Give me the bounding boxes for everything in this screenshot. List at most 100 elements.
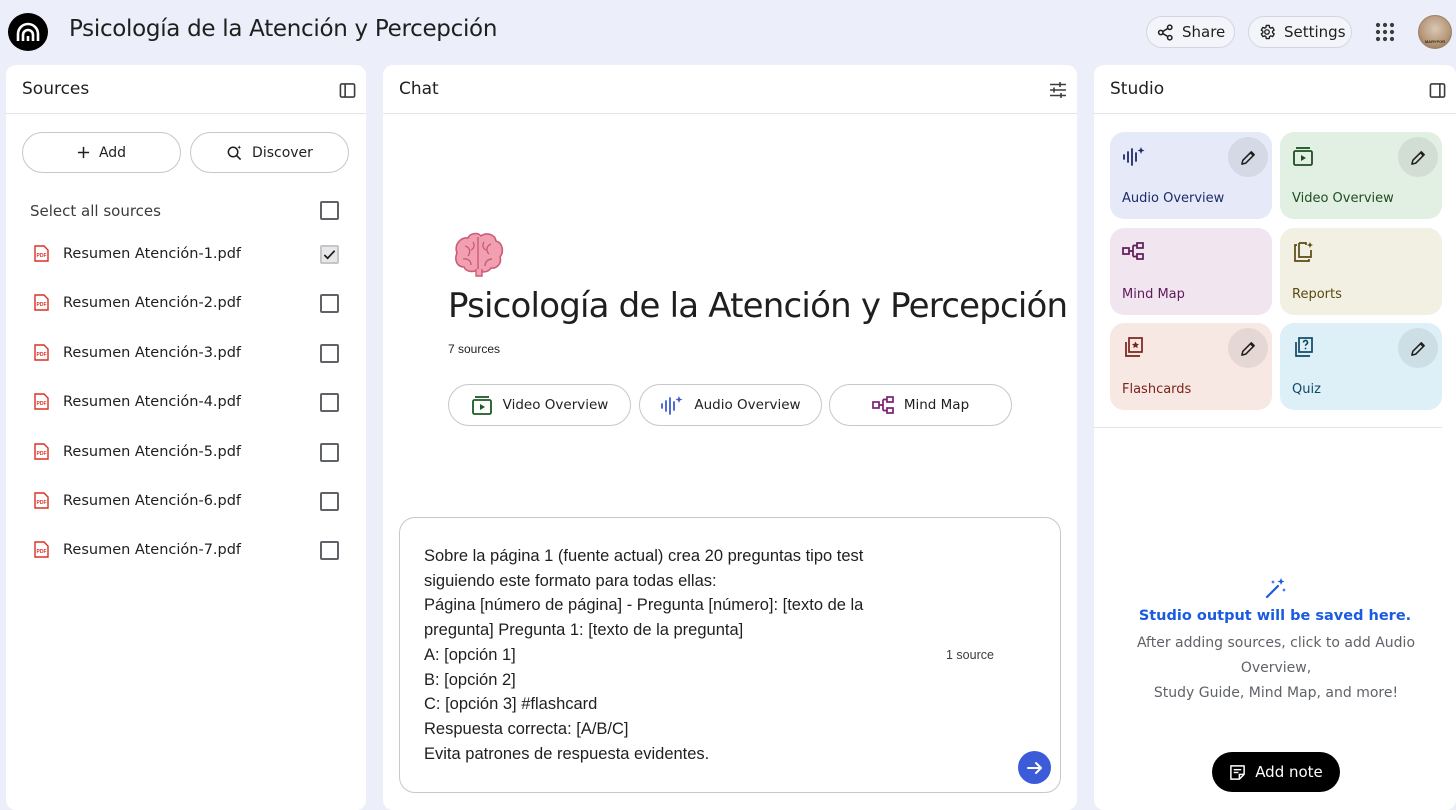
source-name: Resumen Atención-6.pdf: [63, 493, 242, 509]
source-checkbox[interactable]: [320, 294, 339, 314]
tile-label: Flashcards: [1122, 382, 1192, 397]
pencil-icon: [1240, 340, 1257, 357]
mind-map-label: Mind Map: [903, 397, 970, 413]
source-name: Resumen Atención-4.pdf: [63, 394, 242, 411]
source-checkbox[interactable]: [320, 442, 339, 462]
studio-empty-desc-line: After adding sources, click to add Audio…: [1136, 635, 1416, 676]
svg-text:PDF: PDF: [37, 253, 47, 259]
studio-tile-audio-overview[interactable]: Audio Overview: [1110, 132, 1272, 219]
composer-source-count: 1 source: [946, 648, 994, 662]
pdf-icon: PDF: [34, 393, 49, 410]
avatar[interactable]: MARYPOR: [1418, 15, 1452, 49]
source-checkbox[interactable]: [320, 343, 339, 363]
tile-label: Quiz: [1292, 382, 1321, 397]
studio-tile-flashcards[interactable]: Flashcards: [1110, 323, 1272, 410]
source-item[interactable]: PDF Resumen Atención-2.pdf: [6, 284, 366, 324]
edit-audio-overview-button[interactable]: [1228, 137, 1268, 177]
discover-label: Discover: [252, 144, 313, 161]
magic-wand-icon: [1264, 576, 1288, 600]
sources-header: Sources: [6, 65, 366, 114]
chat-composer[interactable]: Sobre la página 1 (fuente actual) crea 2…: [399, 517, 1061, 793]
studio-title: Studio: [1110, 79, 1165, 99]
gear-icon: [1258, 23, 1276, 41]
mind-map-button[interactable]: Mind Map: [829, 384, 1012, 426]
source-name: Resumen Atención-7.pdf: [63, 542, 242, 559]
source-item[interactable]: PDF Resumen Atención-6.pdf: [6, 482, 366, 522]
arrow-right-icon: [1026, 759, 1044, 777]
pdf-icon: PDF: [34, 541, 49, 559]
add-note-label: Add note: [1255, 763, 1323, 781]
flashcards-icon: [1122, 336, 1144, 358]
mind-map-icon: [871, 395, 894, 415]
source-item[interactable]: PDF Resumen Atención-4.pdf: [6, 383, 366, 423]
studio-empty-description: After adding sources, click to add Audio…: [1106, 631, 1446, 706]
studio-tile-reports[interactable]: Reports: [1280, 228, 1442, 315]
mind-map-icon: [1122, 241, 1144, 261]
sources-title: Sources: [22, 79, 90, 99]
source-item[interactable]: PDF Resumen Atención-5.pdf: [6, 433, 366, 473]
pencil-icon: [1410, 149, 1427, 166]
add-label: Add: [98, 144, 127, 161]
studio-tile-mind-map[interactable]: Mind Map: [1110, 228, 1272, 315]
share-label: Share: [1182, 23, 1226, 41]
edit-quiz-button[interactable]: [1398, 328, 1438, 368]
studio-empty-desc-line: Study Guide, Mind Map, and more!: [1153, 685, 1399, 701]
add-note-button[interactable]: Add note: [1212, 752, 1340, 792]
pdf-icon: PDF: [34, 442, 49, 460]
add-source-button[interactable]: Add: [22, 132, 181, 173]
svg-text:PDF: PDF: [37, 302, 47, 308]
pencil-icon: [1240, 149, 1257, 166]
studio-header: Studio: [1094, 65, 1456, 114]
source-checkbox[interactable]: [320, 245, 339, 264]
pdf-icon: PDF: [34, 245, 49, 262]
audio-sparkle-icon: [1122, 145, 1146, 167]
settings-button[interactable]: Settings: [1248, 16, 1352, 48]
pencil-icon: [1410, 340, 1427, 357]
reports-icon: [1292, 241, 1314, 263]
source-checkbox[interactable]: [320, 393, 339, 413]
video-overview-button[interactable]: Video Overview: [448, 384, 631, 426]
svg-text:PDF: PDF: [37, 549, 47, 555]
source-item[interactable]: PDF Resumen Atención-3.pdf: [6, 334, 366, 374]
source-name: Resumen Atención-1.pdf: [63, 246, 242, 262]
tune-icon[interactable]: [1049, 81, 1067, 99]
svg-text:PDF: PDF: [37, 352, 47, 358]
video-icon: [471, 394, 493, 416]
source-checkbox[interactable]: [320, 492, 339, 511]
source-item[interactable]: PDF Resumen Atención-1.pdf: [6, 235, 366, 275]
source-checkbox[interactable]: [320, 541, 339, 561]
select-all-checkbox[interactable]: [320, 201, 339, 220]
plus-icon: [77, 146, 90, 159]
select-all-label: Select all sources: [30, 202, 161, 220]
share-icon: [1157, 23, 1174, 41]
audio-overview-button[interactable]: Audio Overview: [639, 384, 822, 426]
source-name: Resumen Atención-2.pdf: [63, 295, 242, 312]
source-name: Resumen Atención-3.pdf: [63, 344, 242, 361]
panel-collapse-icon[interactable]: [339, 82, 356, 99]
share-button[interactable]: Share: [1146, 16, 1235, 48]
chat-header: Chat: [383, 65, 1077, 114]
send-button[interactable]: [1018, 751, 1051, 784]
tile-label: Mind Map: [1122, 287, 1185, 302]
discover-button[interactable]: Discover: [190, 132, 349, 173]
svg-text:PDF: PDF: [37, 401, 47, 407]
pdf-icon: PDF: [34, 492, 49, 509]
divider: [1094, 427, 1442, 428]
note-icon: [1229, 764, 1246, 781]
panel-collapse-icon[interactable]: [1429, 82, 1446, 99]
check-icon: [322, 247, 337, 262]
tile-label: Video Overview: [1292, 191, 1394, 206]
studio-panel: Studio Audio Overview Video Overview Min…: [1094, 65, 1456, 810]
pdf-icon: PDF: [34, 344, 49, 361]
composer-text[interactable]: Sobre la página 1 (fuente actual) crea 2…: [424, 544, 924, 766]
edit-video-overview-button[interactable]: [1398, 137, 1438, 177]
studio-tile-video-overview[interactable]: Video Overview: [1280, 132, 1442, 219]
pdf-icon: PDF: [34, 294, 49, 312]
source-item[interactable]: PDF Resumen Atención-7.pdf: [6, 531, 366, 571]
studio-tile-quiz[interactable]: Quiz: [1280, 323, 1442, 410]
quiz-icon: [1292, 336, 1314, 358]
notebooklm-logo-icon[interactable]: [8, 13, 48, 51]
edit-flashcards-button[interactable]: [1228, 328, 1268, 368]
apps-grid-icon[interactable]: [1373, 20, 1397, 44]
svg-text:PDF: PDF: [37, 500, 47, 506]
